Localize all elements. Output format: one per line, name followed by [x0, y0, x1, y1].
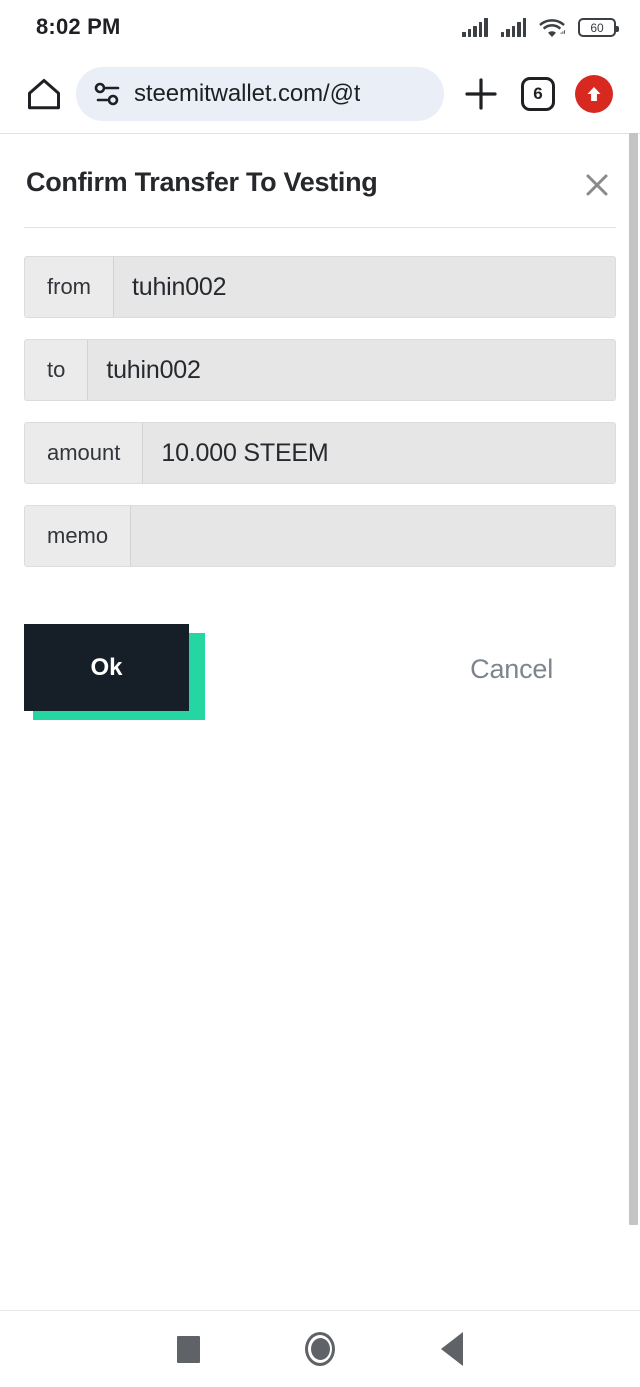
url-text: steemitwallet.com/@t: [134, 79, 361, 107]
field-value-to: tuhin002: [88, 340, 615, 400]
close-x-icon: [586, 174, 608, 196]
cancel-button[interactable]: Cancel: [470, 654, 553, 685]
home-icon: [28, 78, 60, 109]
update-button[interactable]: [566, 74, 622, 113]
close-button[interactable]: [580, 168, 614, 202]
square-recents-icon: [176, 1335, 200, 1363]
field-row-to: to tuhin002: [24, 339, 616, 401]
browser-toolbar: steemitwallet.com/@t 6: [0, 54, 640, 133]
field-value-amount: 10.000 STEEM: [143, 423, 615, 483]
back-button[interactable]: [386, 1311, 518, 1387]
new-tab-button[interactable]: [452, 75, 510, 113]
dialog-actions: Ok Cancel: [0, 588, 640, 720]
field-value-from: tuhin002: [114, 257, 615, 317]
phone-screen: 8:02 PM 60 steemitwallet.com/@t 6 Confir…: [0, 0, 640, 1387]
status-icons: 60: [462, 17, 619, 37]
signal-bars-icon: [462, 18, 488, 37]
transfer-fields: from tuhin002 to tuhin002 amount 10.000 …: [0, 228, 640, 567]
android-nav-bar: [0, 1310, 640, 1387]
scrollbar-thumb[interactable]: [629, 133, 638, 1225]
battery-level-label: 60: [590, 20, 604, 35]
tab-count-label: 6: [533, 84, 543, 103]
tab-count-box: 6: [521, 76, 555, 111]
status-bar: 8:02 PM 60: [0, 0, 640, 54]
home-nav-button[interactable]: [254, 1311, 386, 1387]
signal-bars-icon-2: [500, 18, 526, 37]
page-content: Confirm Transfer To Vesting from tuhin00…: [0, 133, 640, 1310]
field-label-from: from: [25, 257, 114, 317]
page-scrollbar[interactable]: [629, 133, 640, 1310]
ok-button[interactable]: Ok: [24, 624, 189, 711]
field-label-to: to: [25, 340, 89, 400]
field-row-amount: amount 10.000 STEEM: [24, 422, 616, 484]
recents-button[interactable]: [122, 1311, 254, 1387]
dialog-header: Confirm Transfer To Vesting: [0, 134, 640, 202]
plus-icon: [465, 77, 497, 110]
field-row-memo: memo: [24, 505, 616, 567]
tune-sliders-icon[interactable]: [94, 82, 122, 106]
circle-home-icon: [305, 1332, 335, 1366]
wifi-icon: [539, 19, 565, 37]
upload-arrow-icon: [575, 74, 613, 113]
page-title: Confirm Transfer To Vesting: [26, 167, 378, 197]
field-label-amount: amount: [25, 423, 144, 483]
field-value-memo: [131, 506, 615, 566]
battery-icon: 60: [578, 18, 619, 37]
home-button[interactable]: [16, 77, 72, 111]
field-row-from: from tuhin002: [24, 256, 616, 318]
ok-button-wrapper: Ok: [24, 624, 205, 720]
triangle-back-icon: [441, 1332, 463, 1366]
url-bar[interactable]: steemitwallet.com/@t: [76, 66, 444, 121]
field-label-memo: memo: [25, 506, 132, 566]
status-clock: 8:02 PM: [36, 14, 121, 39]
tab-switcher-button[interactable]: 6: [510, 76, 566, 111]
